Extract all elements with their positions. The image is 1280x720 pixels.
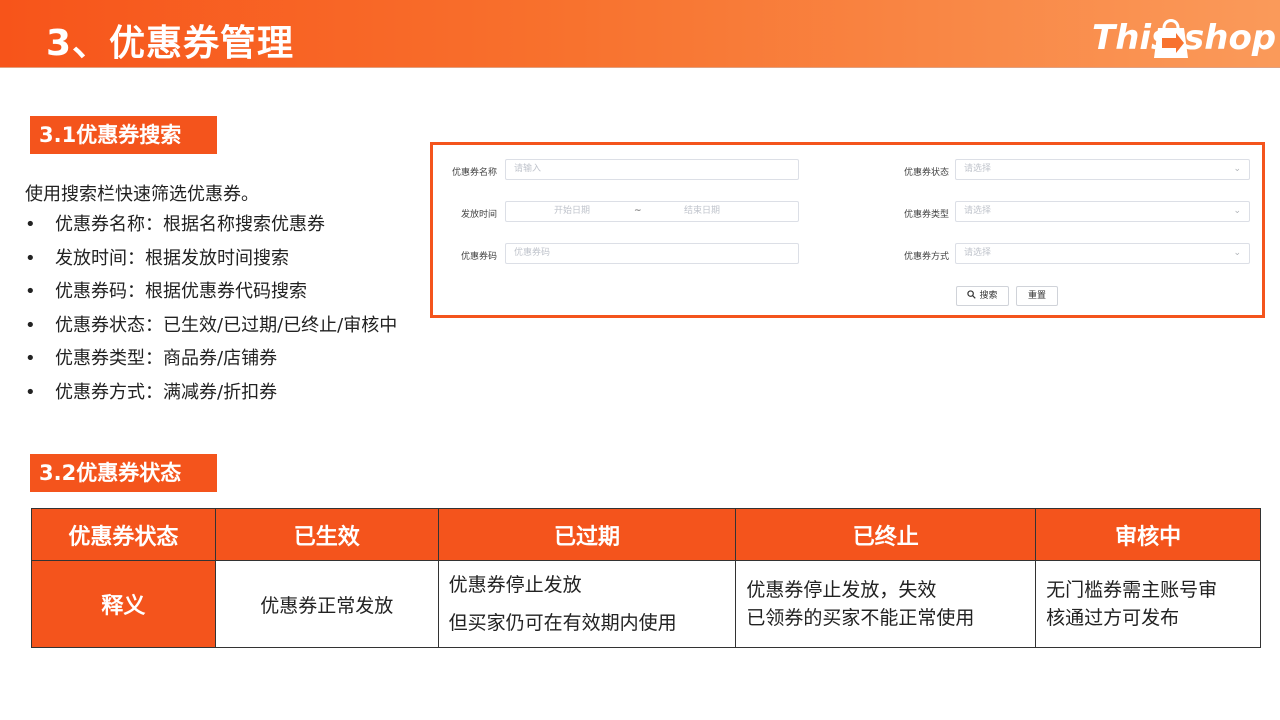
row-header-cell: 释义 bbox=[31, 560, 216, 648]
table-header-cell: 优惠券状态 bbox=[31, 508, 216, 561]
table-header-cell: 已生效 bbox=[214, 508, 439, 561]
end-date-input[interactable]: 结束日期 bbox=[684, 202, 720, 221]
list-item: • 优惠券状态：已生效/已过期/已终止/审核中 bbox=[25, 313, 397, 347]
coupon-name-input[interactable]: 请输入 bbox=[505, 159, 799, 180]
table-header-cell: 已过期 bbox=[437, 508, 737, 561]
table-cell: 优惠券正常发放 bbox=[214, 560, 439, 648]
table-header-row: 优惠券状态 已生效 已过期 已终止 审核中 bbox=[31, 508, 1261, 561]
coupon-type-select[interactable]: 请选择 ⌄ bbox=[955, 201, 1250, 222]
table-row: 释义 优惠券正常发放 优惠券停止发放 但买家仍可在有效期内使用 优惠券停止发放，… bbox=[31, 560, 1261, 648]
bullet-icon: • bbox=[25, 314, 36, 336]
coupon-status-label: 优惠券状态 bbox=[903, 168, 949, 178]
chevron-down-icon: ⌄ bbox=[1233, 164, 1241, 174]
table-cell: 优惠券停止发放 但买家仍可在有效期内使用 bbox=[437, 560, 737, 648]
title-bar: 3、优惠券管理 This shop bbox=[0, 0, 1280, 68]
date-range-separator: ~ bbox=[634, 206, 642, 216]
table-header-cell: 审核中 bbox=[1035, 508, 1261, 561]
table-cell: 无门槛券需主账号审 核通过方可发布 bbox=[1035, 560, 1261, 648]
coupon-status-table: 优惠券状态 已生效 已过期 已终止 审核中 释义 优惠券正常发放 优惠券停止发放… bbox=[31, 508, 1261, 648]
search-intro: 使用搜索栏快速筛选优惠券。 bbox=[25, 184, 259, 205]
bullet-icon: • bbox=[25, 214, 36, 235]
date-range-picker[interactable]: 开始日期 ~ 结束日期 bbox=[505, 201, 799, 222]
search-button[interactable]: 搜索 bbox=[956, 286, 1009, 306]
list-item: • 优惠券码：根据优惠券代码搜索 bbox=[25, 279, 397, 313]
list-item: • 发放时间：根据发放时间搜索 bbox=[25, 246, 397, 280]
page-title: 3、优惠券管理 bbox=[46, 23, 295, 64]
search-icon bbox=[967, 290, 977, 299]
bullet-icon: • bbox=[25, 247, 36, 269]
start-date-input[interactable]: 开始日期 bbox=[554, 202, 590, 221]
bullet-icon: • bbox=[25, 381, 36, 403]
list-item: • 优惠券方式：满减券/折扣券 bbox=[25, 380, 397, 414]
search-field-list: • 优惠券名称：根据名称搜索优惠券 • 发放时间：根据发放时间搜索 • 优惠券码：根据… bbox=[25, 212, 397, 414]
section-tag-search: 3.1优惠券搜索 bbox=[30, 116, 217, 154]
bullet-icon: • bbox=[25, 281, 36, 303]
coupon-name-label: 优惠券名称 bbox=[451, 168, 497, 178]
coupon-method-label: 优惠券方式 bbox=[903, 252, 949, 262]
bullet-icon: • bbox=[25, 348, 36, 370]
list-item: • 优惠券类型：商品券/店铺券 bbox=[25, 346, 397, 380]
coupon-method-select[interactable]: 请选择 ⌄ bbox=[955, 243, 1250, 264]
table-cell: 优惠券停止发放，失效 已领券的买家不能正常使用 bbox=[735, 560, 1037, 648]
chevron-down-icon: ⌄ bbox=[1233, 206, 1241, 216]
table-header-cell: 已终止 bbox=[735, 508, 1037, 561]
reset-button[interactable]: 重置 bbox=[1016, 286, 1058, 306]
coupon-code-input[interactable]: 优惠券码 bbox=[505, 243, 799, 264]
section-tag-status: 3.2优惠券状态 bbox=[30, 454, 217, 492]
coupon-status-select[interactable]: 请选择 ⌄ bbox=[955, 159, 1250, 180]
chevron-down-icon: ⌄ bbox=[1233, 248, 1241, 258]
issue-time-label: 发放时间 bbox=[460, 210, 497, 220]
logo-text-shop: shop bbox=[1184, 18, 1277, 58]
coupon-search-form: 优惠券名称 请输入 优惠券状态 请选择 ⌄ 发放时间 开始日期 ~ 结束日期 优… bbox=[430, 142, 1265, 318]
list-item: • 优惠券名称：根据名称搜索优惠券 bbox=[25, 212, 397, 246]
coupon-code-label: 优惠券码 bbox=[460, 252, 497, 262]
coupon-type-label: 优惠券类型 bbox=[903, 210, 949, 220]
thisshop-logo: This shop bbox=[1088, 12, 1276, 62]
